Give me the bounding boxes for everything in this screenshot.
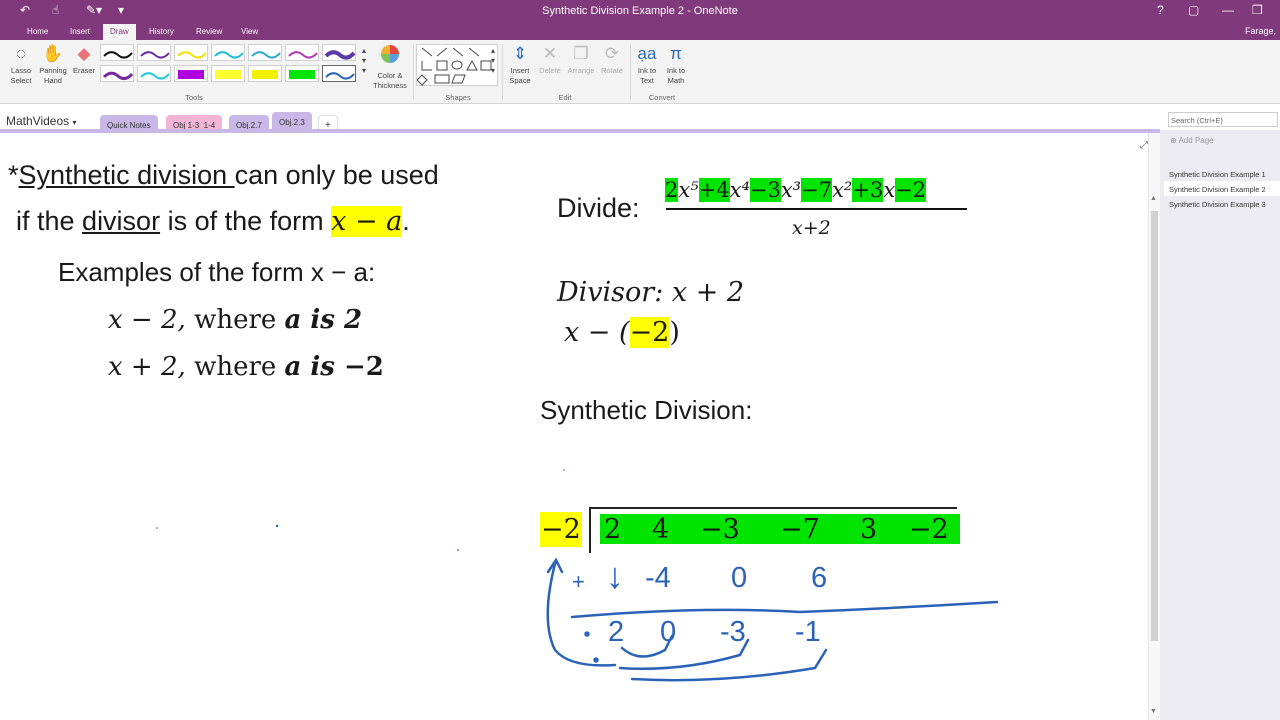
search-input[interactable]: Search (Ctrl+E) — [1168, 112, 1278, 127]
help-icon[interactable]: ? — [1157, 3, 1164, 17]
scroll-up-icon[interactable]: ▲ — [1150, 195, 1157, 202]
ink-strokes — [156, 469, 999, 682]
ribbon-display-icon[interactable]: ▢ — [1188, 3, 1199, 17]
minimize-icon[interactable]: — — [1222, 3, 1234, 17]
page-item-selected[interactable]: Synthetic Division Example 2 — [1164, 181, 1280, 196]
add-page-button[interactable]: ⊕ Add Page — [1170, 136, 1214, 145]
page-item[interactable]: Synthetic Division Example 3 — [1164, 196, 1280, 211]
page-item[interactable]: Synthetic Division Example 1 — [1164, 166, 1280, 181]
scroll-down-icon[interactable]: ▼ — [1150, 708, 1157, 715]
page-list — [1160, 130, 1280, 720]
user-name[interactable]: Farage, — [1245, 26, 1276, 36]
restore-icon[interactable]: ❐ — [1252, 3, 1263, 17]
vertical-scrollbar[interactable]: ▲ ▼ — [1148, 133, 1160, 720]
scroll-thumb[interactable] — [1151, 211, 1158, 641]
